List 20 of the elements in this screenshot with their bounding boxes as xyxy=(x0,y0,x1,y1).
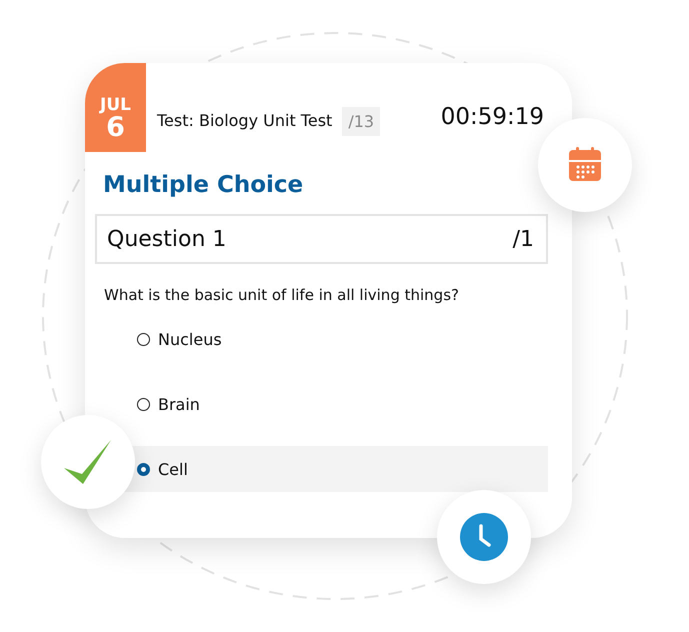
option-label: Brain xyxy=(158,394,200,414)
test-title: Test: Biology Unit Test xyxy=(157,111,332,130)
question-points: /1 xyxy=(512,226,534,252)
option-label: Nucleus xyxy=(158,330,222,348)
countdown-timer: 00:59:19 xyxy=(440,104,545,130)
clock-icon xyxy=(460,513,508,561)
question-label: Question 1 xyxy=(107,226,226,252)
section-heading: Multiple Choice xyxy=(103,172,304,198)
date-day: 6 xyxy=(106,114,125,142)
question-text: What is the basic unit of life in all living things? xyxy=(104,286,460,304)
answer-option-row[interactable]: Cell xyxy=(123,446,548,492)
radio-button[interactable] xyxy=(137,398,150,410)
check-icon xyxy=(64,440,112,484)
answer-option-row[interactable]: Nucleus xyxy=(123,316,548,362)
question-count: /13 xyxy=(342,107,380,136)
radio-button[interactable] xyxy=(137,462,150,476)
answer-option-row[interactable]: Brain xyxy=(123,381,548,427)
option-label: Cell xyxy=(158,460,188,478)
radio-button[interactable] xyxy=(137,332,150,346)
date-month: JUL xyxy=(100,96,131,114)
